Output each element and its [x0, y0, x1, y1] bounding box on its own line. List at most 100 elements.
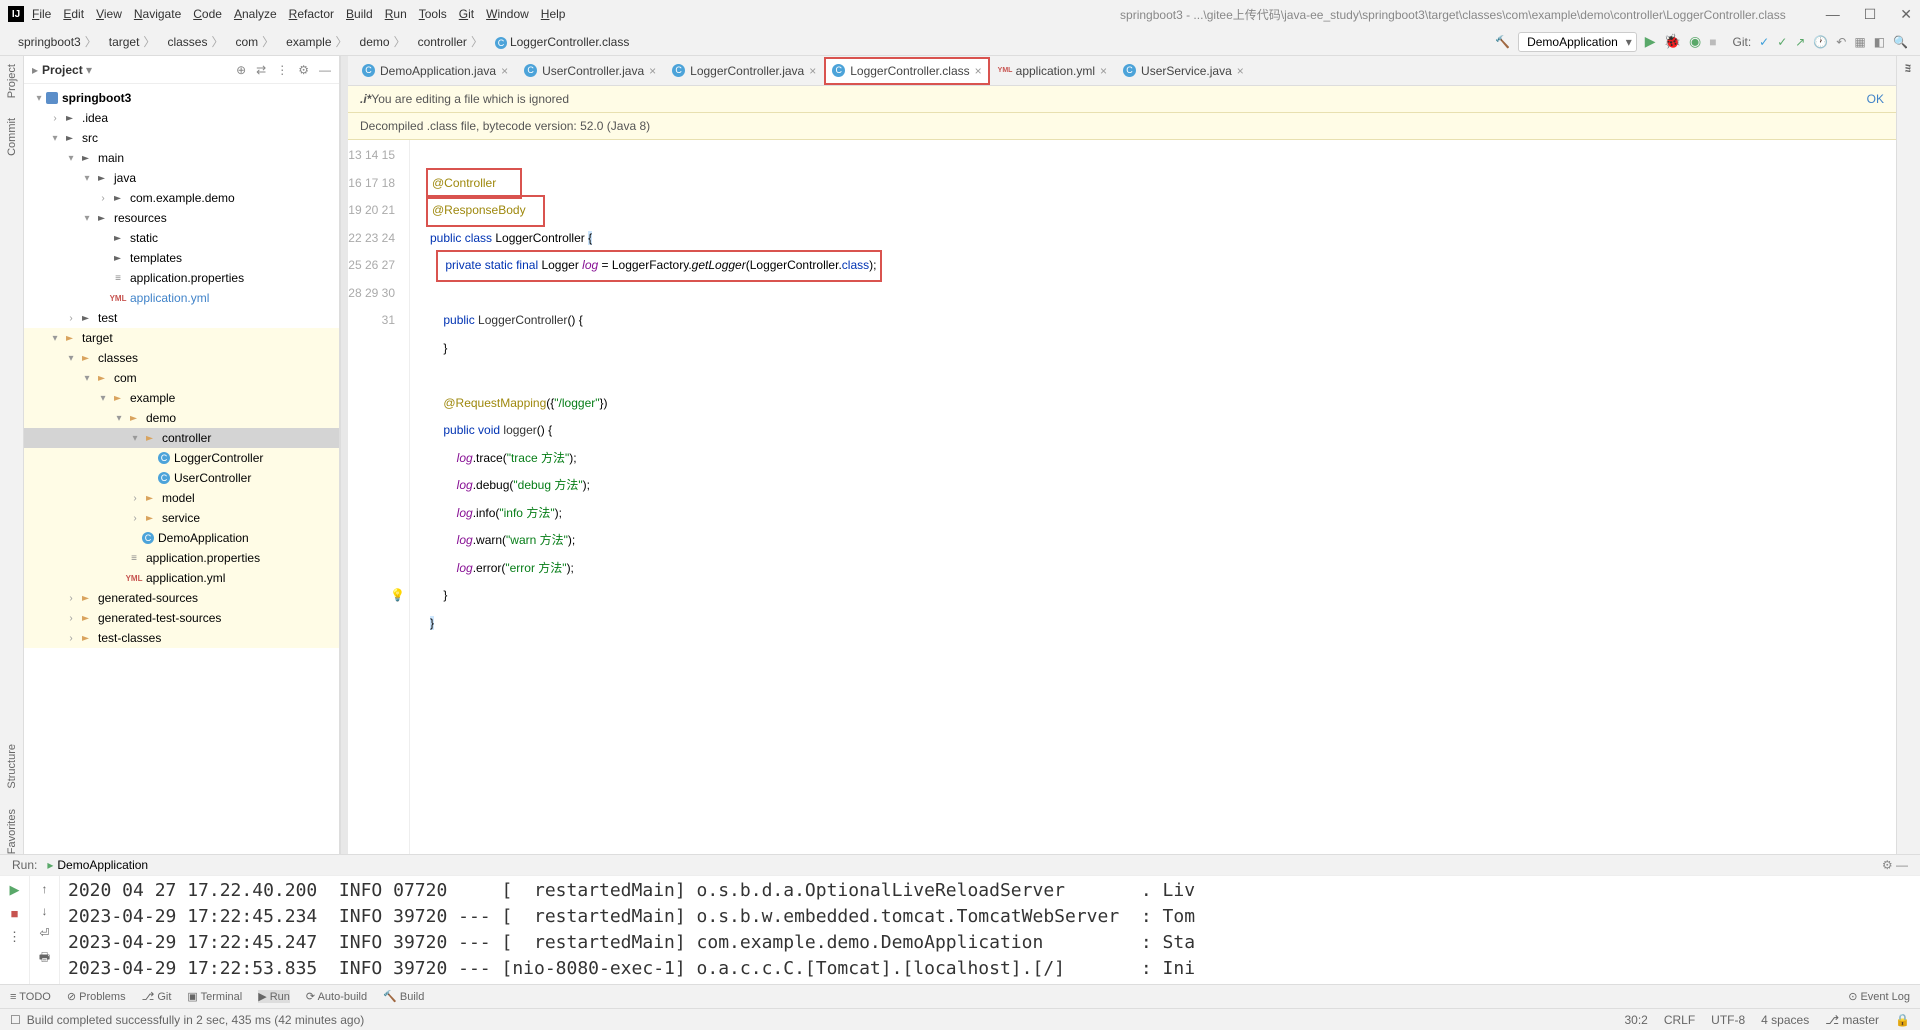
run-more-icon[interactable]: ⋮ — [8, 929, 21, 945]
tree-controller[interactable]: ▾controller — [24, 428, 339, 448]
rail-structure[interactable]: Structure — [6, 744, 18, 789]
stop-icon[interactable]: ■ — [1709, 35, 1716, 49]
banner-ok-link[interactable]: OK — [1867, 92, 1884, 106]
tool-6[interactable]: 🔨 Build — [383, 990, 424, 1003]
close-tab-icon[interactable]: × — [975, 64, 982, 78]
tree-test-classes[interactable]: ›test-classes — [24, 628, 339, 648]
tree-springboot3[interactable]: ▾springboot3 — [24, 88, 339, 108]
tree-LoggerController[interactable]: LoggerController — [24, 448, 339, 468]
locate-icon[interactable]: ⊕ — [236, 63, 246, 77]
ide-layout-icon[interactable]: ▦ — [1854, 35, 1865, 49]
ide-updates-icon[interactable]: ◧ — [1874, 35, 1885, 49]
tab-UserController-java[interactable]: CUserController.java× — [516, 57, 664, 85]
minimize-icon[interactable]: — — [1826, 6, 1840, 23]
rail-project[interactable]: Project — [6, 64, 18, 98]
menu-navigate[interactable]: Navigate — [134, 7, 181, 21]
expand-icon[interactable]: ⇄ — [256, 63, 266, 77]
close-tab-icon[interactable]: × — [1100, 64, 1107, 78]
tree-UserController[interactable]: UserController — [24, 468, 339, 488]
code-body[interactable]: @Controller @ResponseBody public class L… — [410, 140, 1896, 854]
tree-resources[interactable]: ▾resources — [24, 208, 339, 228]
tool-5[interactable]: ⟳ Auto-build — [306, 990, 367, 1003]
tree-static[interactable]: static — [24, 228, 339, 248]
git-commit-icon[interactable]: ✓ — [1777, 35, 1787, 49]
print-icon[interactable]: 🖶 — [39, 948, 50, 969]
run-settings-icon[interactable]: ⚙ — — [1882, 858, 1908, 872]
tree-templates[interactable]: templates — [24, 248, 339, 268]
crumb-3[interactable]: com — [229, 31, 280, 52]
close-tab-icon[interactable]: × — [1237, 64, 1244, 78]
run-config-combo[interactable]: DemoApplication — [1518, 32, 1637, 52]
up-icon[interactable]: ↑ — [42, 882, 48, 896]
project-tree[interactable]: ▾springboot3›.idea▾src▾main▾java›com.exa… — [24, 84, 339, 854]
run-icon[interactable]: ▶ — [1645, 33, 1656, 50]
settings-icon[interactable]: ⚙ — [298, 63, 309, 77]
tree-com-example-demo[interactable]: ›com.example.demo — [24, 188, 339, 208]
crumb-4[interactable]: example — [280, 31, 353, 52]
sidebar-scrollbar[interactable] — [340, 56, 348, 854]
rail-commit[interactable]: Commit — [6, 118, 18, 156]
tool-3[interactable]: ▣ Terminal — [187, 990, 242, 1003]
menu-build[interactable]: Build — [346, 7, 373, 21]
tree-com[interactable]: ▾com — [24, 368, 339, 388]
caret-pos[interactable]: 30:2 — [1624, 1013, 1647, 1027]
tool-0[interactable]: ≡ TODO — [10, 991, 51, 1003]
run-config-name[interactable]: DemoApplication — [57, 858, 148, 872]
tree-test[interactable]: ›test — [24, 308, 339, 328]
tab-LoggerController-class[interactable]: CLoggerController.class× — [824, 57, 989, 85]
crumb-7[interactable]: CLoggerController.class — [489, 33, 635, 51]
close-tab-icon[interactable]: × — [501, 64, 508, 78]
status-icon[interactable]: ☐ — [10, 1013, 21, 1027]
tool-2[interactable]: ⎇ Git — [142, 990, 172, 1003]
tree-classes[interactable]: ▾classes — [24, 348, 339, 368]
indent[interactable]: 4 spaces — [1761, 1013, 1809, 1027]
console-output[interactable]: 2020 04 27 17.22.40.200 INFO 07720 [ res… — [60, 876, 1920, 984]
project-tool-label[interactable]: Project — [42, 63, 92, 77]
tab-LoggerController-java[interactable]: CLoggerController.java× — [664, 57, 824, 85]
tree-example[interactable]: ▾example — [24, 388, 339, 408]
crumb-0[interactable]: springboot3 — [12, 31, 103, 52]
git-history-icon[interactable]: 🕐 — [1813, 35, 1828, 49]
tool-1[interactable]: ⊘ Problems — [67, 990, 126, 1003]
search-icon[interactable]: 🔍 — [1893, 35, 1908, 49]
tree-demo[interactable]: ▾demo — [24, 408, 339, 428]
menu-run[interactable]: Run — [385, 7, 407, 21]
debug-icon[interactable]: 🐞 — [1664, 33, 1681, 50]
close-tab-icon[interactable]: × — [809, 64, 816, 78]
encoding[interactable]: UTF-8 — [1711, 1013, 1745, 1027]
tree--idea[interactable]: ›.idea — [24, 108, 339, 128]
tree-service[interactable]: ›service — [24, 508, 339, 528]
crumb-5[interactable]: demo — [354, 31, 412, 52]
git-update-icon[interactable]: ✓ — [1759, 35, 1769, 49]
crumb-1[interactable]: target — [103, 31, 162, 52]
rerun-icon[interactable]: ▶ — [10, 882, 20, 898]
tree-target[interactable]: ▾target — [24, 328, 339, 348]
line-ending[interactable]: CRLF — [1664, 1013, 1695, 1027]
crumb-6[interactable]: controller — [412, 31, 489, 52]
tree-application-properties[interactable]: application.properties — [24, 268, 339, 288]
menu-tools[interactable]: Tools — [419, 7, 447, 21]
close-tab-icon[interactable]: × — [649, 64, 656, 78]
down-icon[interactable]: ↓ — [42, 904, 48, 918]
tab-application-yml[interactable]: YMLapplication.yml× — [990, 57, 1115, 85]
menu-help[interactable]: Help — [541, 7, 566, 21]
tree-DemoApplication[interactable]: DemoApplication — [24, 528, 339, 548]
tree-main[interactable]: ▾main — [24, 148, 339, 168]
hide-icon[interactable]: — — [319, 63, 331, 77]
lock-icon[interactable]: 🔒 — [1895, 1013, 1910, 1027]
menu-git[interactable]: Git — [459, 7, 474, 21]
tree-generated-test-sources[interactable]: ›generated-test-sources — [24, 608, 339, 628]
tree-application-yml[interactable]: application.yml — [24, 568, 339, 588]
tool-4[interactable]: ▶ Run — [258, 990, 290, 1003]
tree-model[interactable]: ›model — [24, 488, 339, 508]
menu-refactor[interactable]: Refactor — [289, 7, 334, 21]
tree-generated-sources[interactable]: ›generated-sources — [24, 588, 339, 608]
git-push-icon[interactable]: ↗ — [1795, 35, 1805, 49]
maven-tool-button[interactable]: m — [1903, 64, 1915, 73]
collapse-icon[interactable]: ⋮ — [276, 63, 288, 77]
tree-application-yml[interactable]: application.yml — [24, 288, 339, 308]
tab-DemoApplication-java[interactable]: CDemoApplication.java× — [354, 57, 516, 85]
wrap-icon[interactable]: ⏎ — [39, 926, 49, 940]
stop-run-icon[interactable]: ■ — [11, 906, 19, 921]
maximize-icon[interactable]: ☐ — [1864, 6, 1877, 23]
